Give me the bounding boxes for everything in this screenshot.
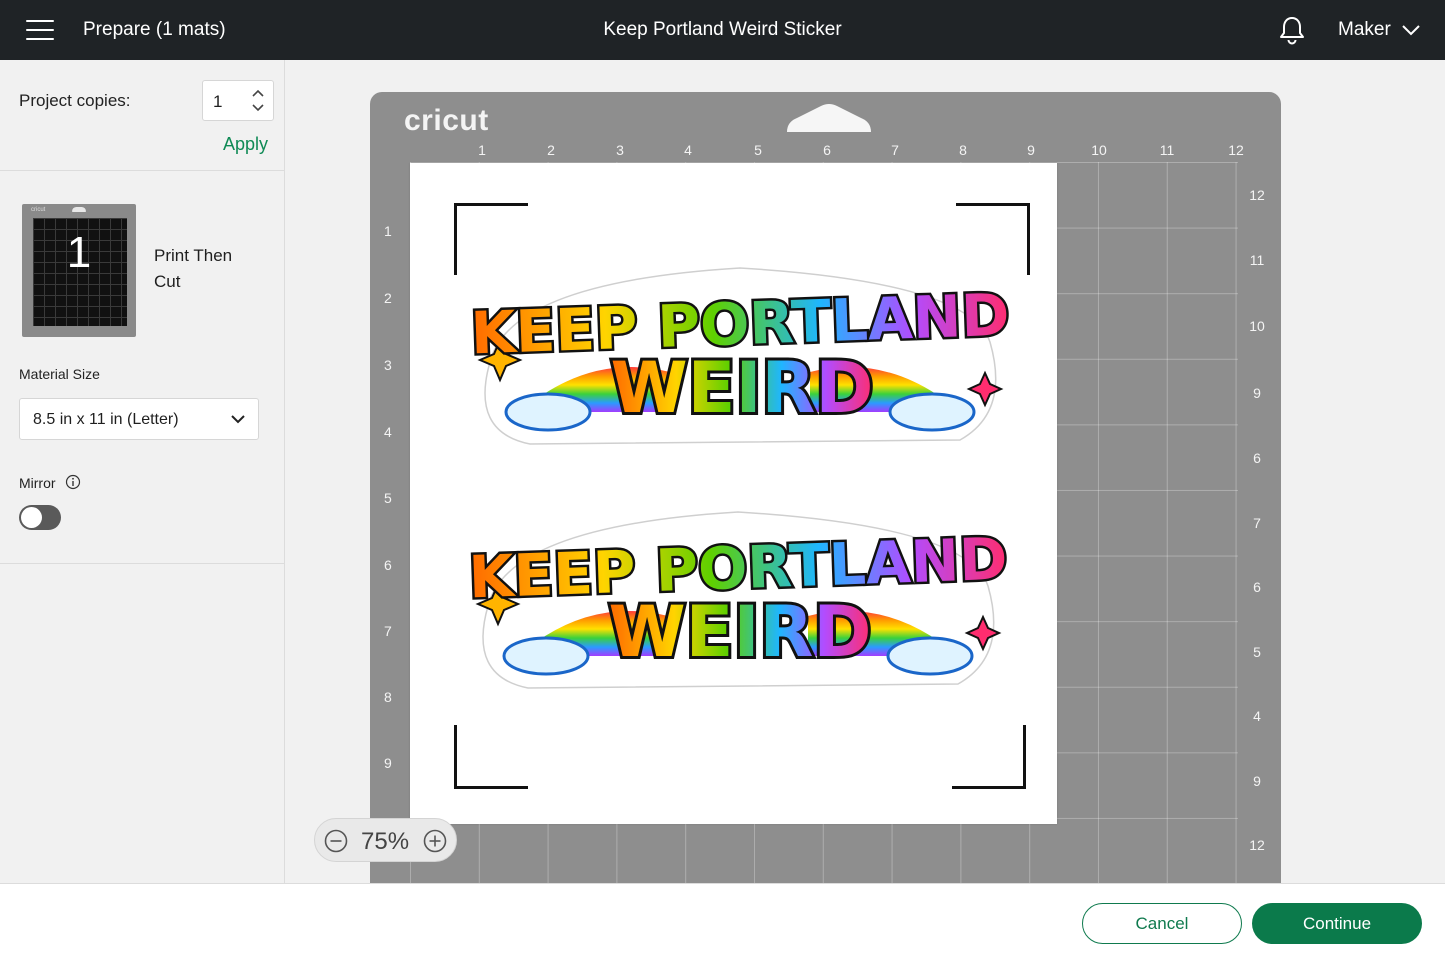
- mat-thumb-notch: [72, 207, 86, 212]
- ruler-mark: 6: [384, 557, 392, 573]
- ruler-mark: 2: [547, 142, 555, 158]
- chevron-down-icon: [231, 415, 245, 424]
- material-size-label: Material Size: [19, 366, 100, 382]
- mat-number: 1: [66, 228, 92, 277]
- mirror-toggle-knob: [21, 507, 42, 528]
- zoom-out-icon[interactable]: [324, 829, 348, 853]
- bell-icon[interactable]: [1278, 15, 1306, 45]
- zoom-control: 75%: [314, 818, 457, 862]
- ruler-mark: 6: [823, 142, 831, 158]
- mat-mode-label: Print Then Cut: [154, 246, 233, 291]
- material-size-select[interactable]: 8.5 in x 11 in (Letter): [19, 398, 259, 440]
- sticker-image[interactable]: KEEP PORTLAND WEIRD: [470, 262, 1010, 452]
- copies-section: Project copies: 1 Apply: [0, 60, 284, 171]
- ruler-mark: 12: [1249, 187, 1265, 203]
- bottom-bar: Cancel Continue: [0, 883, 1445, 963]
- ruler-mark: 5: [1253, 644, 1261, 660]
- ruler-mark: 7: [384, 623, 392, 639]
- apply-button[interactable]: Apply: [223, 134, 268, 155]
- copies-label: Project copies:: [19, 91, 131, 110]
- material-size-value: 8.5 in x 11 in (Letter): [33, 411, 179, 428]
- chevron-down-icon[interactable]: [251, 102, 265, 114]
- ruler-mark: 10: [1249, 318, 1265, 334]
- machine-selector[interactable]: Maker: [1338, 19, 1421, 41]
- ruler-mark: 11: [1159, 142, 1175, 158]
- ruler-mark: 9: [1027, 142, 1035, 158]
- mirror-label: Mirror: [19, 475, 56, 491]
- ruler-mark: 2: [384, 290, 392, 306]
- chevron-down-icon: [1402, 25, 1420, 36]
- mat-section: cricut 1 Print Then Cut Material Size 8.…: [0, 171, 284, 564]
- zoom-in-icon[interactable]: [423, 829, 447, 853]
- sticker-art: KEEP PORTLAND WEIRD: [470, 267, 1010, 445]
- ruler-top: 1 2 3 4 5 6 7 8 9 10 11 12: [410, 142, 1244, 160]
- ruler-mark: 7: [891, 142, 899, 158]
- ruler-mark: 9: [384, 755, 392, 771]
- mat-brand-logo: cricut: [404, 104, 489, 137]
- sticker-line2: WEIRD: [610, 347, 873, 429]
- machine-label: Maker: [1338, 19, 1391, 40]
- ruler-mark: 7: [1253, 515, 1261, 531]
- copies-stepper[interactable]: 1: [202, 80, 274, 121]
- copies-value[interactable]: 1: [213, 92, 222, 112]
- ruler-mark: 4: [1253, 708, 1261, 724]
- sticker-art: KEEP PORTLAND WEIRD: [468, 511, 1008, 689]
- ruler-mark: 9: [1253, 385, 1261, 401]
- zoom-level: 75%: [361, 828, 410, 855]
- ruler-mark: 12: [1228, 142, 1244, 158]
- top-bar: Prepare (1 mats) Keep Portland Weird Sti…: [0, 0, 1445, 60]
- ruler-mark: 1: [384, 223, 392, 239]
- ruler-mark: 8: [384, 689, 392, 705]
- ruler-mark: 10: [1091, 142, 1107, 158]
- ruler-mark: 3: [384, 357, 392, 373]
- mat-thumb-brand: cricut: [31, 207, 46, 213]
- info-icon[interactable]: [65, 474, 81, 490]
- ruler-mark: 3: [616, 142, 624, 158]
- sidebar: Project copies: 1 Apply cricut 1 Print T…: [0, 60, 285, 883]
- chevron-up-icon[interactable]: [251, 87, 265, 99]
- ruler-mark: 4: [684, 142, 692, 158]
- ruler-mark: 6: [1253, 579, 1261, 595]
- ruler-mark: 9: [1253, 773, 1261, 789]
- sticker-image[interactable]: KEEP PORTLAND WEIRD: [468, 506, 1008, 696]
- ruler-mark: 4: [384, 424, 392, 440]
- ruler-mark: 6: [1253, 450, 1261, 466]
- ruler-mark: 5: [754, 142, 762, 158]
- ruler-mark: 11: [1249, 252, 1265, 268]
- mat-thumbnail[interactable]: cricut 1: [22, 204, 136, 337]
- cancel-button[interactable]: Cancel: [1082, 903, 1242, 944]
- ruler-mark: 8: [959, 142, 967, 158]
- mirror-toggle[interactable]: [19, 505, 61, 530]
- ruler-mark: 12: [1249, 837, 1265, 853]
- sticker-line2: WEIRD: [608, 591, 871, 673]
- menu-icon[interactable]: [26, 19, 54, 41]
- mat-notch: [787, 104, 871, 132]
- ruler-mark: 5: [384, 490, 392, 506]
- continue-button[interactable]: Continue: [1252, 903, 1422, 944]
- prepare-title: Prepare (1 mats): [83, 19, 226, 40]
- ruler-mark: 1: [478, 142, 486, 158]
- registration-mark-bottom-right: [952, 725, 1026, 789]
- registration-mark-bottom-left: [454, 725, 528, 789]
